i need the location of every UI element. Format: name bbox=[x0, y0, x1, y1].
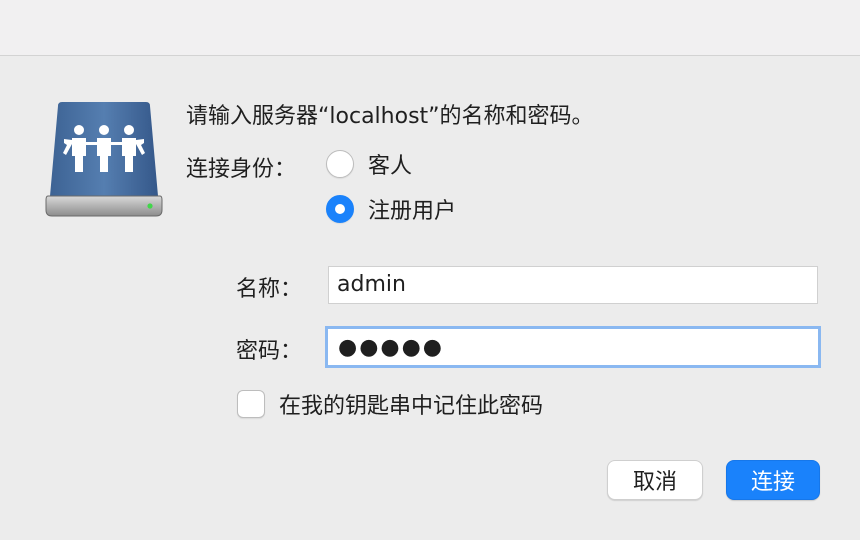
connect-as-label: 连接身份： bbox=[186, 157, 297, 182]
title-bar bbox=[0, 0, 860, 56]
remember-password-label: 在我的钥匙串中记住此密码 bbox=[279, 394, 544, 419]
connect-to-server-dialog: 请输入服务器“localhost”的名称和密码。 连接身份： 客人 注册用户 名… bbox=[0, 0, 860, 540]
registered-user-radio-option[interactable]: 注册用户 bbox=[326, 194, 456, 224]
name-field[interactable]: admin bbox=[328, 266, 818, 304]
guest-radio-option[interactable]: 客人 bbox=[326, 149, 412, 179]
name-label: 名称： bbox=[236, 277, 303, 302]
remember-password-checkbox[interactable] bbox=[237, 390, 265, 418]
connect-button[interactable]: 连接 bbox=[726, 460, 820, 500]
cancel-button[interactable]: 取消 bbox=[607, 460, 703, 500]
shared-server-drive-icon bbox=[45, 102, 163, 217]
prompt-message: 请输入服务器“localhost”的名称和密码。 bbox=[186, 104, 594, 129]
registered-user-radio-label: 注册用户 bbox=[368, 199, 457, 224]
password-label: 密码： bbox=[236, 339, 303, 364]
password-field[interactable]: ●●●●● bbox=[325, 326, 821, 368]
guest-radio-button[interactable] bbox=[326, 150, 354, 178]
remember-password-option[interactable]: 在我的钥匙串中记住此密码 bbox=[237, 389, 543, 419]
registered-user-radio-button[interactable] bbox=[326, 195, 354, 223]
guest-radio-label: 客人 bbox=[368, 154, 413, 179]
